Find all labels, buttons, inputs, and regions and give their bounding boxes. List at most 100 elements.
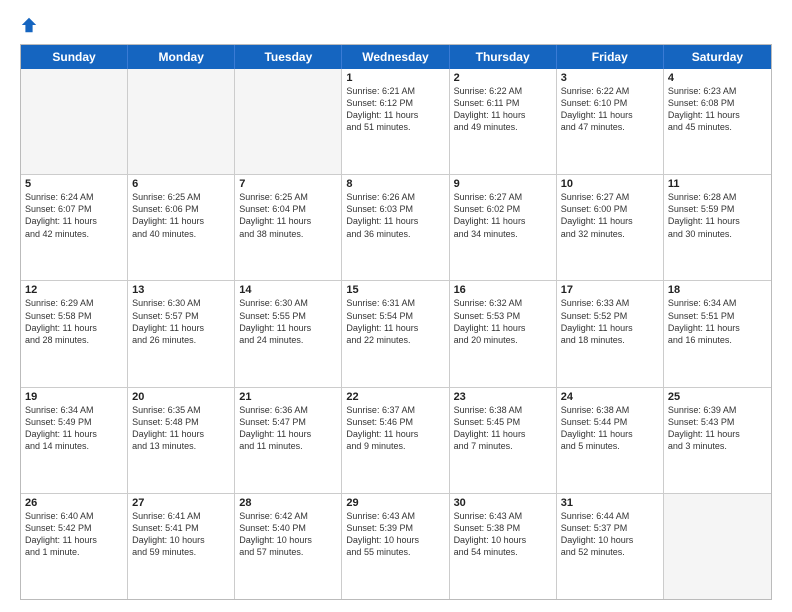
day-number: 28 — [239, 497, 337, 509]
calendar-cell: 19Sunrise: 6:34 AM Sunset: 5:49 PM Dayli… — [21, 388, 128, 493]
cell-daylight-info: Sunrise: 6:25 AM Sunset: 6:06 PM Dayligh… — [132, 191, 230, 240]
calendar-cell: 26Sunrise: 6:40 AM Sunset: 5:42 PM Dayli… — [21, 494, 128, 599]
cell-daylight-info: Sunrise: 6:30 AM Sunset: 5:55 PM Dayligh… — [239, 297, 337, 346]
day-number: 12 — [25, 284, 123, 296]
cell-daylight-info: Sunrise: 6:44 AM Sunset: 5:37 PM Dayligh… — [561, 510, 659, 559]
cell-daylight-info: Sunrise: 6:43 AM Sunset: 5:39 PM Dayligh… — [346, 510, 444, 559]
header-day-saturday: Saturday — [664, 45, 771, 69]
logo-icon — [20, 16, 38, 34]
day-number: 29 — [346, 497, 444, 509]
day-number: 8 — [346, 178, 444, 190]
cell-daylight-info: Sunrise: 6:33 AM Sunset: 5:52 PM Dayligh… — [561, 297, 659, 346]
calendar: SundayMondayTuesdayWednesdayThursdayFrid… — [20, 44, 772, 600]
calendar-cell: 9Sunrise: 6:27 AM Sunset: 6:02 PM Daylig… — [450, 175, 557, 280]
cell-daylight-info: Sunrise: 6:35 AM Sunset: 5:48 PM Dayligh… — [132, 404, 230, 453]
cell-daylight-info: Sunrise: 6:39 AM Sunset: 5:43 PM Dayligh… — [668, 404, 767, 453]
cell-daylight-info: Sunrise: 6:21 AM Sunset: 6:12 PM Dayligh… — [346, 85, 444, 134]
calendar-cell: 23Sunrise: 6:38 AM Sunset: 5:45 PM Dayli… — [450, 388, 557, 493]
day-number: 6 — [132, 178, 230, 190]
calendar-header: SundayMondayTuesdayWednesdayThursdayFrid… — [21, 45, 771, 69]
day-number: 3 — [561, 72, 659, 84]
calendar-cell: 16Sunrise: 6:32 AM Sunset: 5:53 PM Dayli… — [450, 281, 557, 386]
cell-daylight-info: Sunrise: 6:27 AM Sunset: 6:02 PM Dayligh… — [454, 191, 552, 240]
calendar-cell: 31Sunrise: 6:44 AM Sunset: 5:37 PM Dayli… — [557, 494, 664, 599]
cell-daylight-info: Sunrise: 6:41 AM Sunset: 5:41 PM Dayligh… — [132, 510, 230, 559]
header-day-wednesday: Wednesday — [342, 45, 449, 69]
header — [20, 16, 772, 34]
cell-daylight-info: Sunrise: 6:25 AM Sunset: 6:04 PM Dayligh… — [239, 191, 337, 240]
calendar-cell: 17Sunrise: 6:33 AM Sunset: 5:52 PM Dayli… — [557, 281, 664, 386]
day-number: 20 — [132, 391, 230, 403]
day-number: 18 — [668, 284, 767, 296]
header-day-monday: Monday — [128, 45, 235, 69]
cell-daylight-info: Sunrise: 6:38 AM Sunset: 5:45 PM Dayligh… — [454, 404, 552, 453]
calendar-cell: 4Sunrise: 6:23 AM Sunset: 6:08 PM Daylig… — [664, 69, 771, 174]
calendar-row-0: 1Sunrise: 6:21 AM Sunset: 6:12 PM Daylig… — [21, 69, 771, 174]
day-number: 26 — [25, 497, 123, 509]
calendar-cell: 7Sunrise: 6:25 AM Sunset: 6:04 PM Daylig… — [235, 175, 342, 280]
calendar-cell: 1Sunrise: 6:21 AM Sunset: 6:12 PM Daylig… — [342, 69, 449, 174]
header-day-sunday: Sunday — [21, 45, 128, 69]
page: SundayMondayTuesdayWednesdayThursdayFrid… — [0, 0, 792, 612]
calendar-cell — [128, 69, 235, 174]
calendar-cell: 12Sunrise: 6:29 AM Sunset: 5:58 PM Dayli… — [21, 281, 128, 386]
day-number: 25 — [668, 391, 767, 403]
calendar-cell: 13Sunrise: 6:30 AM Sunset: 5:57 PM Dayli… — [128, 281, 235, 386]
cell-daylight-info: Sunrise: 6:27 AM Sunset: 6:00 PM Dayligh… — [561, 191, 659, 240]
cell-daylight-info: Sunrise: 6:38 AM Sunset: 5:44 PM Dayligh… — [561, 404, 659, 453]
day-number: 21 — [239, 391, 337, 403]
calendar-row-2: 12Sunrise: 6:29 AM Sunset: 5:58 PM Dayli… — [21, 280, 771, 386]
day-number: 4 — [668, 72, 767, 84]
calendar-body: 1Sunrise: 6:21 AM Sunset: 6:12 PM Daylig… — [21, 69, 771, 599]
cell-daylight-info: Sunrise: 6:30 AM Sunset: 5:57 PM Dayligh… — [132, 297, 230, 346]
cell-daylight-info: Sunrise: 6:34 AM Sunset: 5:49 PM Dayligh… — [25, 404, 123, 453]
cell-daylight-info: Sunrise: 6:32 AM Sunset: 5:53 PM Dayligh… — [454, 297, 552, 346]
day-number: 7 — [239, 178, 337, 190]
day-number: 24 — [561, 391, 659, 403]
cell-daylight-info: Sunrise: 6:40 AM Sunset: 5:42 PM Dayligh… — [25, 510, 123, 559]
day-number: 31 — [561, 497, 659, 509]
calendar-row-4: 26Sunrise: 6:40 AM Sunset: 5:42 PM Dayli… — [21, 493, 771, 599]
calendar-cell: 18Sunrise: 6:34 AM Sunset: 5:51 PM Dayli… — [664, 281, 771, 386]
calendar-cell: 29Sunrise: 6:43 AM Sunset: 5:39 PM Dayli… — [342, 494, 449, 599]
calendar-cell: 6Sunrise: 6:25 AM Sunset: 6:06 PM Daylig… — [128, 175, 235, 280]
calendar-cell: 2Sunrise: 6:22 AM Sunset: 6:11 PM Daylig… — [450, 69, 557, 174]
calendar-cell: 28Sunrise: 6:42 AM Sunset: 5:40 PM Dayli… — [235, 494, 342, 599]
header-day-tuesday: Tuesday — [235, 45, 342, 69]
calendar-cell — [21, 69, 128, 174]
calendar-cell: 22Sunrise: 6:37 AM Sunset: 5:46 PM Dayli… — [342, 388, 449, 493]
calendar-cell: 3Sunrise: 6:22 AM Sunset: 6:10 PM Daylig… — [557, 69, 664, 174]
day-number: 5 — [25, 178, 123, 190]
day-number: 2 — [454, 72, 552, 84]
cell-daylight-info: Sunrise: 6:28 AM Sunset: 5:59 PM Dayligh… — [668, 191, 767, 240]
cell-daylight-info: Sunrise: 6:36 AM Sunset: 5:47 PM Dayligh… — [239, 404, 337, 453]
day-number: 17 — [561, 284, 659, 296]
calendar-row-1: 5Sunrise: 6:24 AM Sunset: 6:07 PM Daylig… — [21, 174, 771, 280]
calendar-row-3: 19Sunrise: 6:34 AM Sunset: 5:49 PM Dayli… — [21, 387, 771, 493]
day-number: 10 — [561, 178, 659, 190]
header-day-friday: Friday — [557, 45, 664, 69]
day-number: 19 — [25, 391, 123, 403]
calendar-cell — [235, 69, 342, 174]
day-number: 13 — [132, 284, 230, 296]
calendar-cell: 11Sunrise: 6:28 AM Sunset: 5:59 PM Dayli… — [664, 175, 771, 280]
calendar-cell: 5Sunrise: 6:24 AM Sunset: 6:07 PM Daylig… — [21, 175, 128, 280]
day-number: 16 — [454, 284, 552, 296]
header-day-thursday: Thursday — [450, 45, 557, 69]
day-number: 1 — [346, 72, 444, 84]
cell-daylight-info: Sunrise: 6:31 AM Sunset: 5:54 PM Dayligh… — [346, 297, 444, 346]
day-number: 22 — [346, 391, 444, 403]
cell-daylight-info: Sunrise: 6:29 AM Sunset: 5:58 PM Dayligh… — [25, 297, 123, 346]
cell-daylight-info: Sunrise: 6:26 AM Sunset: 6:03 PM Dayligh… — [346, 191, 444, 240]
calendar-cell: 10Sunrise: 6:27 AM Sunset: 6:00 PM Dayli… — [557, 175, 664, 280]
calendar-cell: 21Sunrise: 6:36 AM Sunset: 5:47 PM Dayli… — [235, 388, 342, 493]
calendar-cell — [664, 494, 771, 599]
cell-daylight-info: Sunrise: 6:23 AM Sunset: 6:08 PM Dayligh… — [668, 85, 767, 134]
calendar-cell: 15Sunrise: 6:31 AM Sunset: 5:54 PM Dayli… — [342, 281, 449, 386]
calendar-cell: 27Sunrise: 6:41 AM Sunset: 5:41 PM Dayli… — [128, 494, 235, 599]
day-number: 14 — [239, 284, 337, 296]
day-number: 11 — [668, 178, 767, 190]
cell-daylight-info: Sunrise: 6:34 AM Sunset: 5:51 PM Dayligh… — [668, 297, 767, 346]
cell-daylight-info: Sunrise: 6:22 AM Sunset: 6:10 PM Dayligh… — [561, 85, 659, 134]
day-number: 9 — [454, 178, 552, 190]
